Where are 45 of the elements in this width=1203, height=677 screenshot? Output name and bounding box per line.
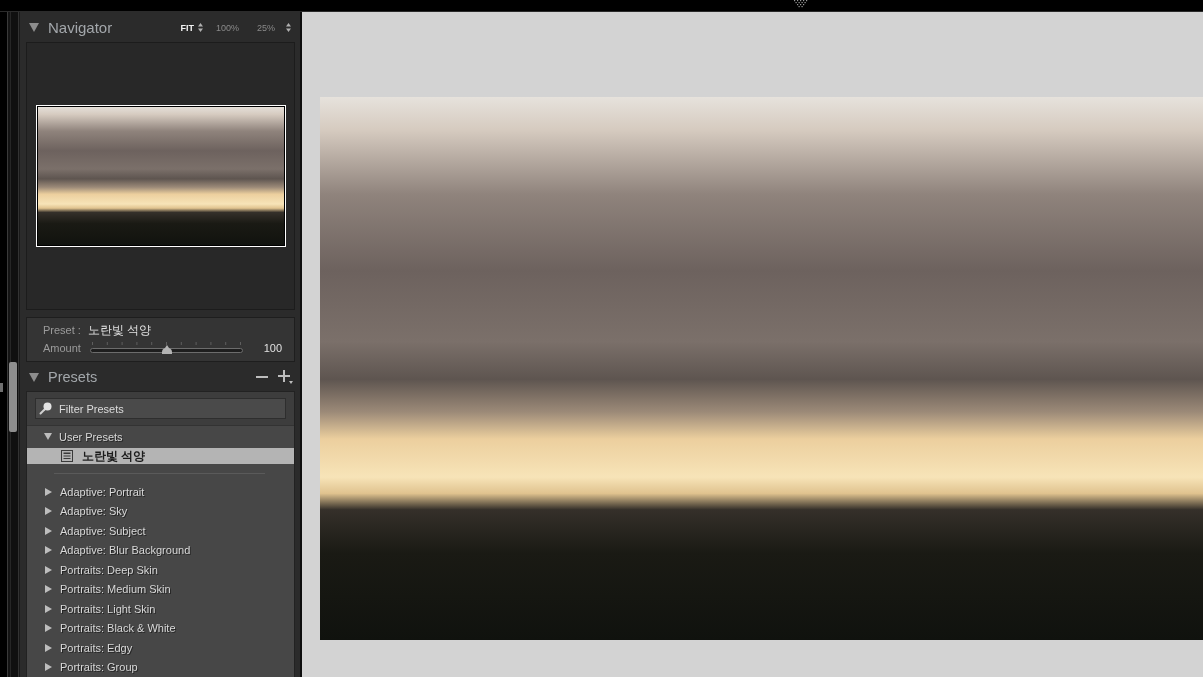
preset-folder[interactable]: Adaptive: Blur Background	[27, 540, 294, 560]
zoom-option[interactable]: 100%	[215, 22, 239, 33]
triangle-icon[interactable]	[29, 372, 39, 382]
slider-thumb[interactable]	[161, 345, 172, 354]
zoom-option[interactable]: FIT	[180, 22, 203, 33]
triangle-icon[interactable]	[45, 643, 53, 652]
preset-folder[interactable]: Portraits: Medium Skin	[27, 579, 294, 599]
add-button[interactable]	[278, 370, 293, 384]
triangle-icon[interactable]	[45, 526, 53, 535]
preset-folder[interactable]: Adaptive: Portrait	[27, 482, 294, 502]
dotted-triangle-icon[interactable]	[793, 0, 808, 8]
amount-label: Amount	[43, 342, 82, 354]
panel-title[interactable]: Presets	[48, 369, 98, 385]
preset-folder[interactable]: Portraits: Deep Skin	[27, 560, 294, 580]
triangle-icon[interactable]	[45, 507, 53, 516]
preset-item[interactable]: 노란빛 석양	[27, 448, 294, 464]
panel-title[interactable]: Navigator	[48, 19, 113, 36]
filter-field[interactable]: Filter Presets	[35, 398, 286, 419]
triangle-icon[interactable]	[45, 585, 53, 594]
triangle-icon[interactable]	[44, 433, 52, 441]
triangle-icon[interactable]	[45, 565, 53, 574]
photo-placeholder[interactable]	[35, 105, 286, 247]
amount-value: 100	[263, 342, 282, 354]
triangle-icon[interactable]	[45, 546, 53, 555]
preset-folder[interactable]: Portraits: Edgy	[27, 638, 294, 658]
preset-folder[interactable]: Portraits: Group	[27, 657, 294, 677]
preset-folder[interactable]: Portraits: Black & White	[27, 618, 294, 638]
minus-icon	[256, 376, 268, 378]
preset-name: 노란빛 석양	[87, 321, 152, 339]
preset-folder[interactable]: User Presets	[27, 428, 294, 446]
plus-icon	[278, 370, 293, 384]
preset-folder[interactable]: Portraits: Light Skin	[27, 599, 294, 619]
triangle-icon[interactable]	[45, 604, 53, 613]
triangle-icon[interactable]	[29, 23, 39, 32]
preset-icon	[61, 450, 73, 462]
triangle-icon[interactable]	[45, 663, 53, 672]
search-icon	[39, 402, 52, 415]
scrollbar-thumb[interactable]	[9, 362, 17, 432]
triangle-icon[interactable]	[45, 487, 53, 496]
preset-label: Preset :	[43, 324, 81, 336]
preset-folder[interactable]: Adaptive: Subject	[27, 521, 294, 541]
zoom-option[interactable]: 25%	[257, 22, 291, 33]
amount-slider[interactable]	[90, 345, 243, 354]
triangle-icon[interactable]	[45, 624, 53, 633]
preset-folder[interactable]: Adaptive: Sky	[27, 501, 294, 521]
